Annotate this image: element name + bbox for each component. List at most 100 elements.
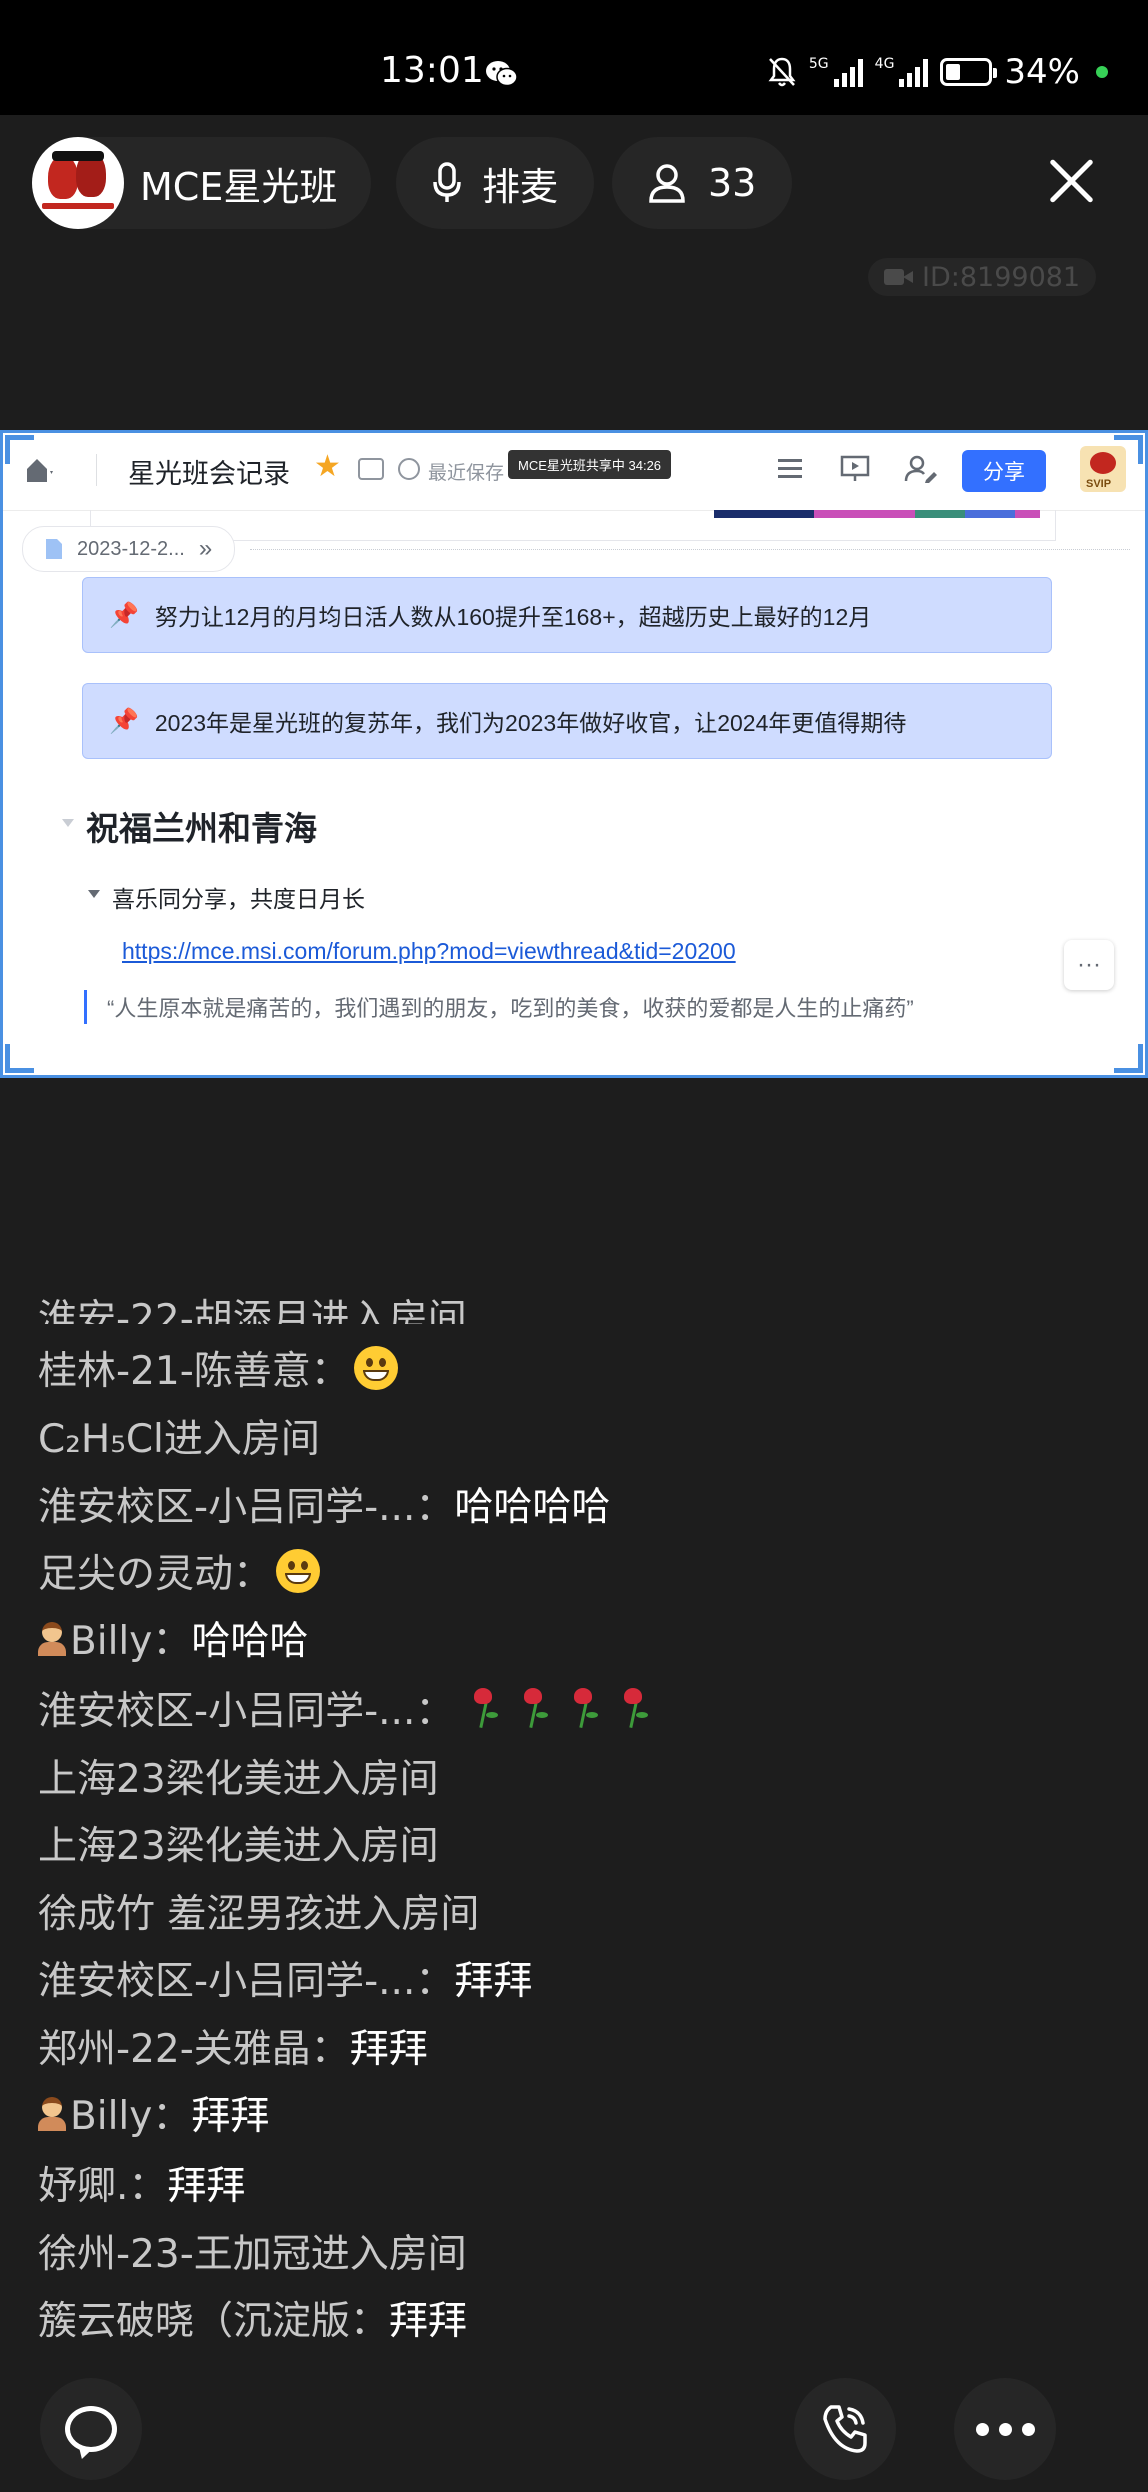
user-avatar-icon <box>38 2095 66 2131</box>
call-icon <box>823 2405 867 2453</box>
divider <box>250 549 1130 550</box>
room-name: MCE星光班 <box>140 164 338 209</box>
chat-text: 拜拜 <box>389 2299 468 2344</box>
privacy-indicator <box>1096 66 1108 78</box>
chat-username[interactable]: 徐成竹 羞涩男孩进入房间 <box>38 1883 479 1939</box>
chat-text: 哈哈哈哈 <box>454 1485 611 1530</box>
chat-username[interactable]: 桂林-21-陈善意： <box>38 1340 350 1396</box>
more-options-button[interactable]: ··· <box>1064 940 1114 990</box>
room-avatar[interactable] <box>32 137 124 229</box>
camera-icon <box>884 267 914 287</box>
home-icon[interactable] <box>24 456 54 484</box>
chat-username[interactable]: 簇云破晓（沉淀版： <box>38 2290 389 2346</box>
chat-username[interactable]: C₂H₅Cl进入房间 <box>38 1408 320 1464</box>
svip-avatar[interactable]: SVIP <box>1080 446 1126 492</box>
screen-share-tooltip: MCE星光班共享中 34:26 <box>508 450 672 479</box>
chat-text: 拜拜 <box>167 2164 246 2209</box>
chat-username[interactable]: 妤卿.： <box>38 2155 167 2211</box>
chat-message: 淮安校区-小吕同学-...： 拜拜 <box>38 1950 532 2006</box>
user-avatar-icon <box>38 1620 66 1656</box>
chat-username[interactable]: 淮安校区-小吕同学-...： <box>38 1476 454 1532</box>
chat-message: C₂H₅Cl进入房间 <box>38 1408 320 1464</box>
saved-check-icon <box>398 458 420 480</box>
signal-icon: 5G <box>809 57 863 87</box>
collapse-subheading-icon[interactable] <box>88 890 100 898</box>
saved-status: 最近保存 <box>428 463 505 484</box>
mic-queue-label: 排麦 <box>482 164 559 209</box>
chat-username[interactable]: 上海23梁化美进入房间 <box>38 1748 439 1804</box>
expand-icon[interactable]: » <box>199 535 212 563</box>
chat-message: 郑州-22-关雅晶： 拜拜 <box>38 2018 428 2074</box>
close-icon[interactable] <box>1048 158 1094 204</box>
callout-1-text: 努力让12月的月均日活人数从160提升至168+，超越历史上最好的12月 <box>154 604 872 630</box>
section-heading: 祝福兰州和青海 <box>86 810 317 847</box>
chat-username[interactable]: 徐州-23-王加冠进入房间 <box>38 2223 467 2279</box>
doc-toolbar: 星光班会记录 ★ 最近保存 MCE星光班共享中 34:26 分享 SVIP <box>0 430 1148 511</box>
mute-bell-icon <box>768 57 796 87</box>
chat-text: 拜拜 <box>349 2027 428 2072</box>
doc-history-chip[interactable]: 2023-12-2... » <box>22 526 236 572</box>
rose-emoji-icon <box>462 1686 504 1730</box>
more-icon <box>975 2422 1035 2436</box>
rose-emoji-icon <box>562 1686 604 1730</box>
grin-emoji-icon <box>276 1549 321 1593</box>
chat-username[interactable]: 足尖の灵动： <box>38 1543 272 1599</box>
svip-label: SVIP <box>1086 478 1112 490</box>
wechat-icon <box>486 61 518 87</box>
signal-icon-2: 4G <box>875 57 929 87</box>
callout-2-text: 2023年是星光班的复苏年，我们为2023年做好收官，让2024年更值得期待 <box>154 710 907 736</box>
color-strip <box>714 510 1041 518</box>
rose-emoji-icon <box>612 1686 654 1730</box>
date-label: 2023-12-2... <box>77 537 185 560</box>
chat-message: 徐州-23-王加冠进入房间 <box>38 2223 467 2279</box>
chat-username[interactable]: 淮安校区-小吕同学-...： <box>38 1680 454 1736</box>
room-id-badge: ID:8199081 <box>868 258 1097 296</box>
rose-emoji-icon <box>512 1686 554 1730</box>
share-button[interactable]: 分享 <box>962 450 1046 492</box>
chat-username[interactable]: Billy： <box>70 1610 191 1666</box>
status-bar: 13:01 5G 4G 34% <box>0 0 1148 115</box>
chat-button[interactable] <box>40 2378 142 2480</box>
call-button[interactable] <box>794 2378 896 2480</box>
outline-icon[interactable] <box>776 456 804 482</box>
member-list-button[interactable]: 33 <box>612 137 793 229</box>
star-icon[interactable]: ★ <box>314 452 341 482</box>
present-icon[interactable] <box>840 454 870 484</box>
clock: 13:01 <box>380 50 484 91</box>
subheading: 喜乐同分享，共度日月长 <box>112 886 365 912</box>
chat-message: 淮安校区-小吕同学-...： 哈哈哈哈 <box>38 1476 610 1532</box>
chat-icon <box>65 2406 117 2452</box>
chat-username[interactable]: 郑州-22-关雅晶： <box>38 2018 350 2074</box>
chat-username[interactable]: 淮安校区-小吕同学-...： <box>38 1950 454 2006</box>
mic-icon <box>433 162 461 202</box>
chat-message: 淮安校区-小吕同学-...： <box>38 1680 654 1736</box>
chat-message: 徐成竹 羞涩男孩进入房间 <box>38 1883 479 1939</box>
file-icon <box>46 539 62 559</box>
member-count: 33 <box>708 161 757 205</box>
chat-text: 拜拜 <box>191 2094 270 2139</box>
mic-queue-button[interactable]: 排麦 <box>396 137 595 229</box>
chat-text: 拜拜 <box>454 1959 533 2004</box>
chat-username[interactable]: Billy： <box>70 2085 191 2141</box>
chat-message: 足尖の灵动： <box>38 1543 321 1599</box>
more-button[interactable] <box>954 2378 1056 2480</box>
doc-title: 星光班会记录 <box>128 459 290 489</box>
chat-message: 簇云破晓（沉淀版： 拜拜 <box>38 2290 467 2346</box>
chat-username[interactable]: 上海23梁化美进入房间 <box>38 1815 439 1871</box>
pin-icon: 📌 <box>109 707 139 735</box>
pin-icon: 📌 <box>109 601 139 629</box>
collapse-heading-icon[interactable] <box>62 819 74 827</box>
user-icon <box>649 164 685 203</box>
chat-message: 上海23梁化美进入房间 <box>38 1815 439 1871</box>
shared-screen[interactable]: 星光班会记录 ★ 最近保存 MCE星光班共享中 34:26 分享 SVIP 20… <box>0 430 1148 1078</box>
move-icon[interactable] <box>358 458 384 480</box>
callout-2: 📌 2023年是星光班的复苏年，我们为2023年做好收官，让2024年更值得期待 <box>82 683 1052 759</box>
collaborator-icon[interactable] <box>904 454 938 484</box>
grin-emoji-icon <box>353 1346 398 1390</box>
quote-block: “人生原本就是痛苦的，我们遇到的朋友，吃到的美食，收获的爱都是人生的止痛药” <box>84 990 914 1024</box>
chat-message: 妤卿.： 拜拜 <box>38 2155 245 2211</box>
room-id: ID:8199081 <box>922 261 1081 293</box>
room-info[interactable]: MCE星光班 <box>32 137 372 229</box>
forum-link[interactable]: https://mce.msi.com/forum.php?mod=viewth… <box>122 938 736 965</box>
chat-message: Billy： 拜拜 <box>38 2085 269 2141</box>
